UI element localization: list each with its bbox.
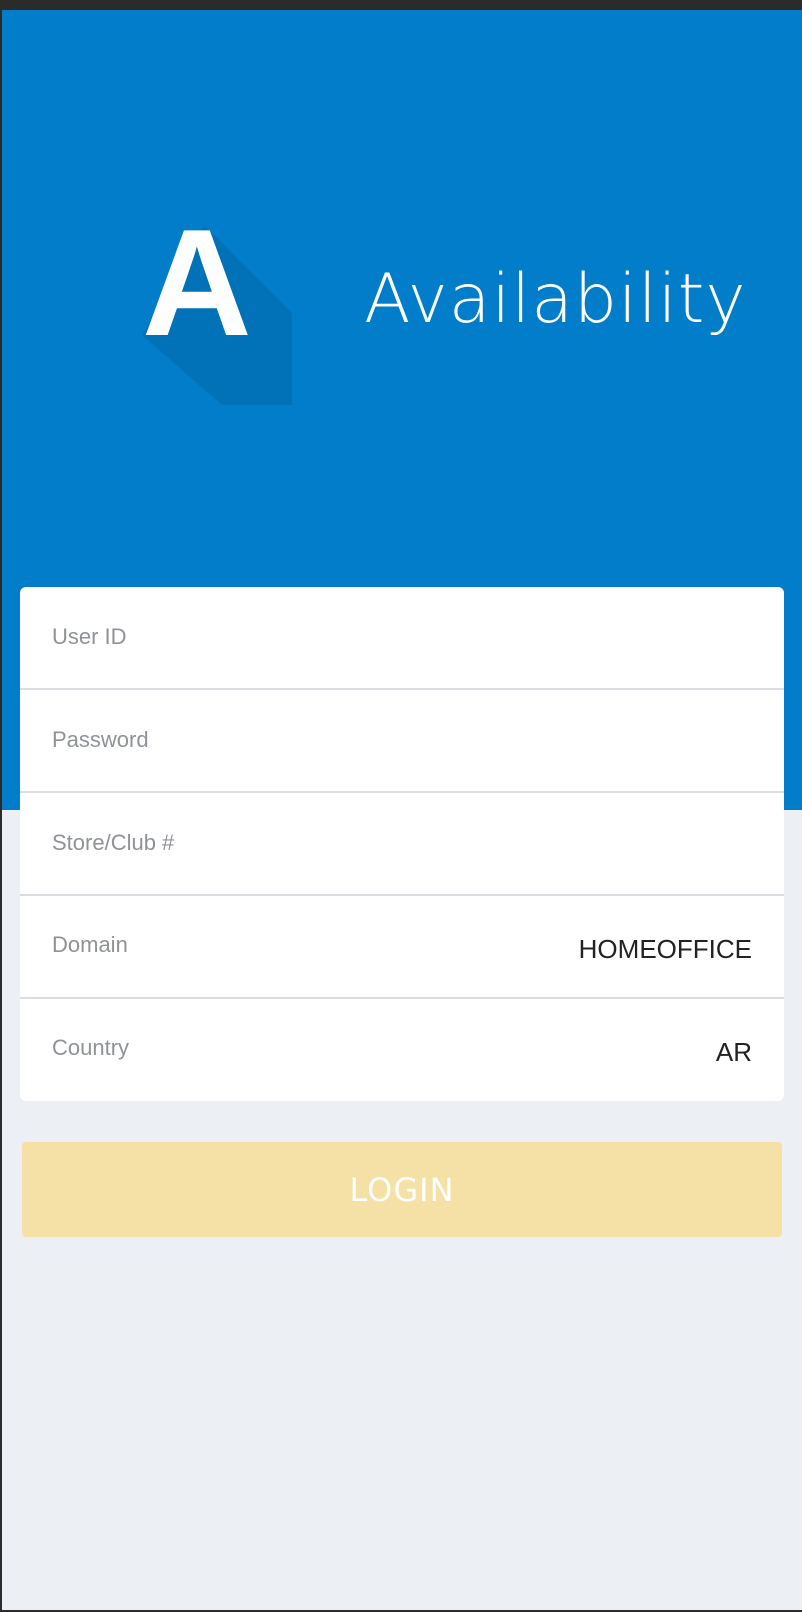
user-id-input[interactable] [52,617,742,657]
domain-label: Domain [52,932,128,957]
app-logo: A [142,207,322,425]
store-club-input[interactable] [52,823,742,863]
login-button[interactable]: LOGIN [22,1142,782,1237]
logo-letter-icon: A [142,198,252,368]
password-input[interactable] [52,720,742,760]
country-label: Country [52,1035,130,1060]
login-form: Domain HOMEOFFICE Country AR [20,587,784,1101]
app-title: Availability [364,260,747,339]
user-id-row [20,587,784,690]
password-row [20,690,784,793]
country-selector[interactable]: Country AR [20,999,784,1101]
domain-value: HOMEOFFICE [578,934,752,964]
login-screen: A Availability Domain HOMEOFFICE Country… [2,10,802,1610]
domain-selector[interactable]: Domain HOMEOFFICE [20,896,784,999]
store-club-row [20,793,784,896]
country-value: AR [715,1037,752,1067]
